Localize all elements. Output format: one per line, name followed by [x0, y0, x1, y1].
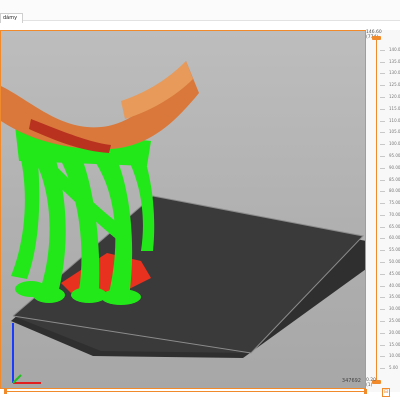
- slider-tick-label: 100.00: [389, 141, 400, 147]
- slider-tick-mark: [380, 320, 385, 322]
- slider-tick-label: 80.00: [389, 188, 400, 194]
- slider-tick-mark: [380, 132, 385, 134]
- slider-tick-label: 20.00: [389, 329, 400, 335]
- slider-tick-label: 40.00: [389, 282, 400, 288]
- slider-tick-label: 15.00: [389, 341, 400, 347]
- scene: [1, 61, 365, 358]
- slider-tick-mark: [380, 108, 385, 110]
- slider-tick-label: 5.00: [389, 365, 398, 371]
- slider-tick-label: 135.00: [389, 58, 400, 64]
- slider-bottom-value: 0.20 (1): [366, 378, 377, 388]
- print-bed-surface: [13, 196, 363, 353]
- slider-tick-mark: [380, 356, 385, 358]
- slider-tick-label: 55.00: [389, 247, 400, 253]
- slider-top-thumb[interactable]: [372, 36, 381, 40]
- slider-tick-label: 75.00: [389, 200, 400, 206]
- slider-tick-label: 90.00: [389, 164, 400, 170]
- slider-tick-mark: [380, 61, 385, 63]
- slider-tick-label: 130.00: [389, 70, 400, 76]
- slider-tick-label: 120.00: [389, 94, 400, 100]
- slider-tick-mark: [380, 144, 385, 146]
- slider-tick-mark: [380, 309, 385, 311]
- slider-tick-label: 30.00: [389, 306, 400, 312]
- slider-tick-mark: [380, 191, 385, 193]
- slider-tick-mark: [380, 226, 385, 228]
- slider-tick-label: 110.00: [389, 117, 400, 123]
- slider-tick-label: 10.00: [389, 353, 400, 359]
- slider-tick-mark: [380, 344, 385, 346]
- slider-tick-label: 60.00: [389, 235, 400, 241]
- slider-tick-mark: [380, 85, 385, 87]
- slider-tick-mark: [380, 214, 385, 216]
- slider-tick-label: 105.00: [389, 129, 400, 135]
- horizontal-slider-right-thumb[interactable]: [364, 389, 367, 394]
- slider-tick-mark: [380, 167, 385, 169]
- slider-tick-mark: [380, 285, 385, 287]
- horizontal-slider-track[interactable]: [6, 391, 366, 392]
- slider-tick-mark: [380, 332, 385, 334]
- layer-counter: 347692: [341, 378, 361, 384]
- slider-track[interactable]: [376, 38, 377, 382]
- slider-tick-label: 85.00: [389, 176, 400, 182]
- slider-tick-mark: [380, 262, 385, 264]
- horizontal-slider-left-thumb[interactable]: [4, 389, 7, 394]
- slider-tick-mark: [380, 155, 385, 157]
- axes-gizmo: [7, 319, 47, 388]
- slider-tick-mark: [380, 297, 385, 299]
- 3d-preview-viewport[interactable]: 347692: [1, 31, 365, 388]
- slider-tick-label: 65.00: [389, 223, 400, 229]
- model-saddle: [1, 61, 199, 150]
- top-toolbar: dámy: [0, 0, 400, 23]
- slider-tick-label: 95.00: [389, 152, 400, 158]
- slider-tick-mark: [380, 203, 385, 205]
- slider-tick-label: 70.00: [389, 211, 400, 217]
- slider-tick-mark: [380, 273, 385, 275]
- slider-tick-mark: [380, 97, 385, 99]
- slider-tick-mark: [380, 120, 385, 122]
- slider-tick-label: 45.00: [389, 270, 400, 276]
- axes-icon: [12, 323, 41, 384]
- slider-tick-label: 115.00: [389, 105, 400, 111]
- slider-tick-mark: [380, 49, 385, 51]
- slider-tick-mark: [380, 238, 385, 240]
- layer-slider[interactable]: 146.60 (774) 140.00135.00130.00125.00120…: [366, 30, 400, 392]
- slider-tick-label: 140.00: [389, 46, 400, 52]
- slider-tick-mark: [380, 73, 385, 75]
- slider-tick-label: 35.00: [389, 294, 400, 300]
- slider-tick-mark: [380, 250, 385, 252]
- slider-tick-mark: [380, 368, 385, 370]
- one-layer-icon[interactable]: ⊟: [382, 388, 390, 397]
- slider-tick-label: 50.00: [389, 259, 400, 265]
- slider-tick-label: 25.00: [389, 317, 400, 323]
- slider-tick-mark: [380, 179, 385, 181]
- tab-file[interactable]: dámy: [0, 13, 24, 23]
- slider-tick-label: 125.00: [389, 82, 400, 88]
